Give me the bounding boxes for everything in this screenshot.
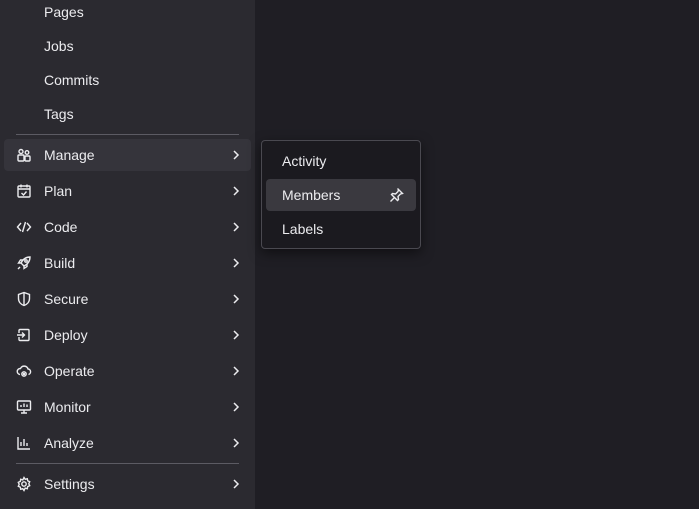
shield-icon: [16, 291, 32, 307]
sidebar-item-label: Code: [44, 219, 78, 235]
sidebar-item-label: Build: [44, 255, 76, 271]
sidebar-item-label: Analyze: [44, 435, 94, 451]
chevron-right-icon: [229, 400, 243, 414]
chevron-right-icon: [229, 256, 243, 270]
sidebar-item-label: Monitor: [44, 399, 91, 415]
users-icon: [16, 147, 32, 163]
flyout-item-labels[interactable]: Labels: [266, 213, 416, 245]
sidebar-item-analyze[interactable]: Analyze: [4, 427, 251, 459]
chevron-right-icon: [229, 220, 243, 234]
calendar-check-icon: [16, 183, 32, 199]
rocket-icon: [16, 255, 32, 271]
chevron-right-icon: [229, 364, 243, 378]
flyout-item-label: Labels: [282, 221, 324, 237]
sidebar-item-label: Deploy: [44, 327, 88, 343]
sidebar-item-manage[interactable]: Manage: [4, 139, 251, 171]
sidebar-subitem-pages[interactable]: Pages: [44, 0, 244, 29]
code-icon: [16, 219, 32, 235]
cloud-gear-icon: [16, 363, 32, 379]
sidebar-subitem-jobs[interactable]: Jobs: [44, 29, 244, 63]
chevron-right-icon: [229, 184, 243, 198]
monitor-chart-icon: [16, 399, 32, 415]
sidebar-item-operate[interactable]: Operate: [4, 355, 251, 387]
sidebar-item-label: Plan: [44, 183, 73, 199]
sidebar-item-monitor[interactable]: Monitor: [4, 391, 251, 423]
sidebar-item-build[interactable]: Build: [4, 247, 251, 279]
sidebar-item-label: Operate: [44, 363, 95, 379]
chevron-right-icon: [229, 436, 243, 450]
chevron-right-icon: [229, 292, 243, 306]
chevron-right-icon: [229, 148, 243, 162]
sidebar-item-label: Manage: [44, 147, 95, 163]
sidebar-item-deploy[interactable]: Deploy: [4, 319, 251, 351]
sidebar-divider: [16, 463, 239, 464]
manage-flyout-menu: Activity Members Labels: [261, 140, 421, 249]
pin-icon[interactable]: [388, 187, 404, 203]
sidebar-item-label: Settings: [44, 476, 95, 492]
sidebar-subitem-commits[interactable]: Commits: [44, 63, 244, 97]
sidebar-subitem-tags[interactable]: Tags: [44, 97, 244, 131]
bar-chart-icon: [16, 435, 32, 451]
sidebar-divider: [16, 134, 239, 135]
chevron-right-icon: [229, 477, 243, 491]
sidebar-item-settings[interactable]: Settings: [4, 468, 251, 500]
flyout-item-label: Members: [282, 187, 341, 203]
sidebar-item-code[interactable]: Code: [4, 211, 251, 243]
sidebar-item-secure[interactable]: Secure: [4, 283, 251, 315]
sidebar: Pages Jobs Commits Tags Manage Plan Code…: [0, 0, 255, 509]
flyout-item-label: Activity: [282, 153, 327, 169]
sidebar-item-plan[interactable]: Plan: [4, 175, 251, 207]
flyout-item-activity[interactable]: Activity: [266, 145, 416, 177]
sidebar-item-label: Secure: [44, 291, 89, 307]
flyout-item-members[interactable]: Members: [266, 179, 416, 211]
chevron-right-icon: [229, 328, 243, 342]
gear-icon: [16, 476, 32, 492]
deploy-icon: [16, 327, 32, 343]
